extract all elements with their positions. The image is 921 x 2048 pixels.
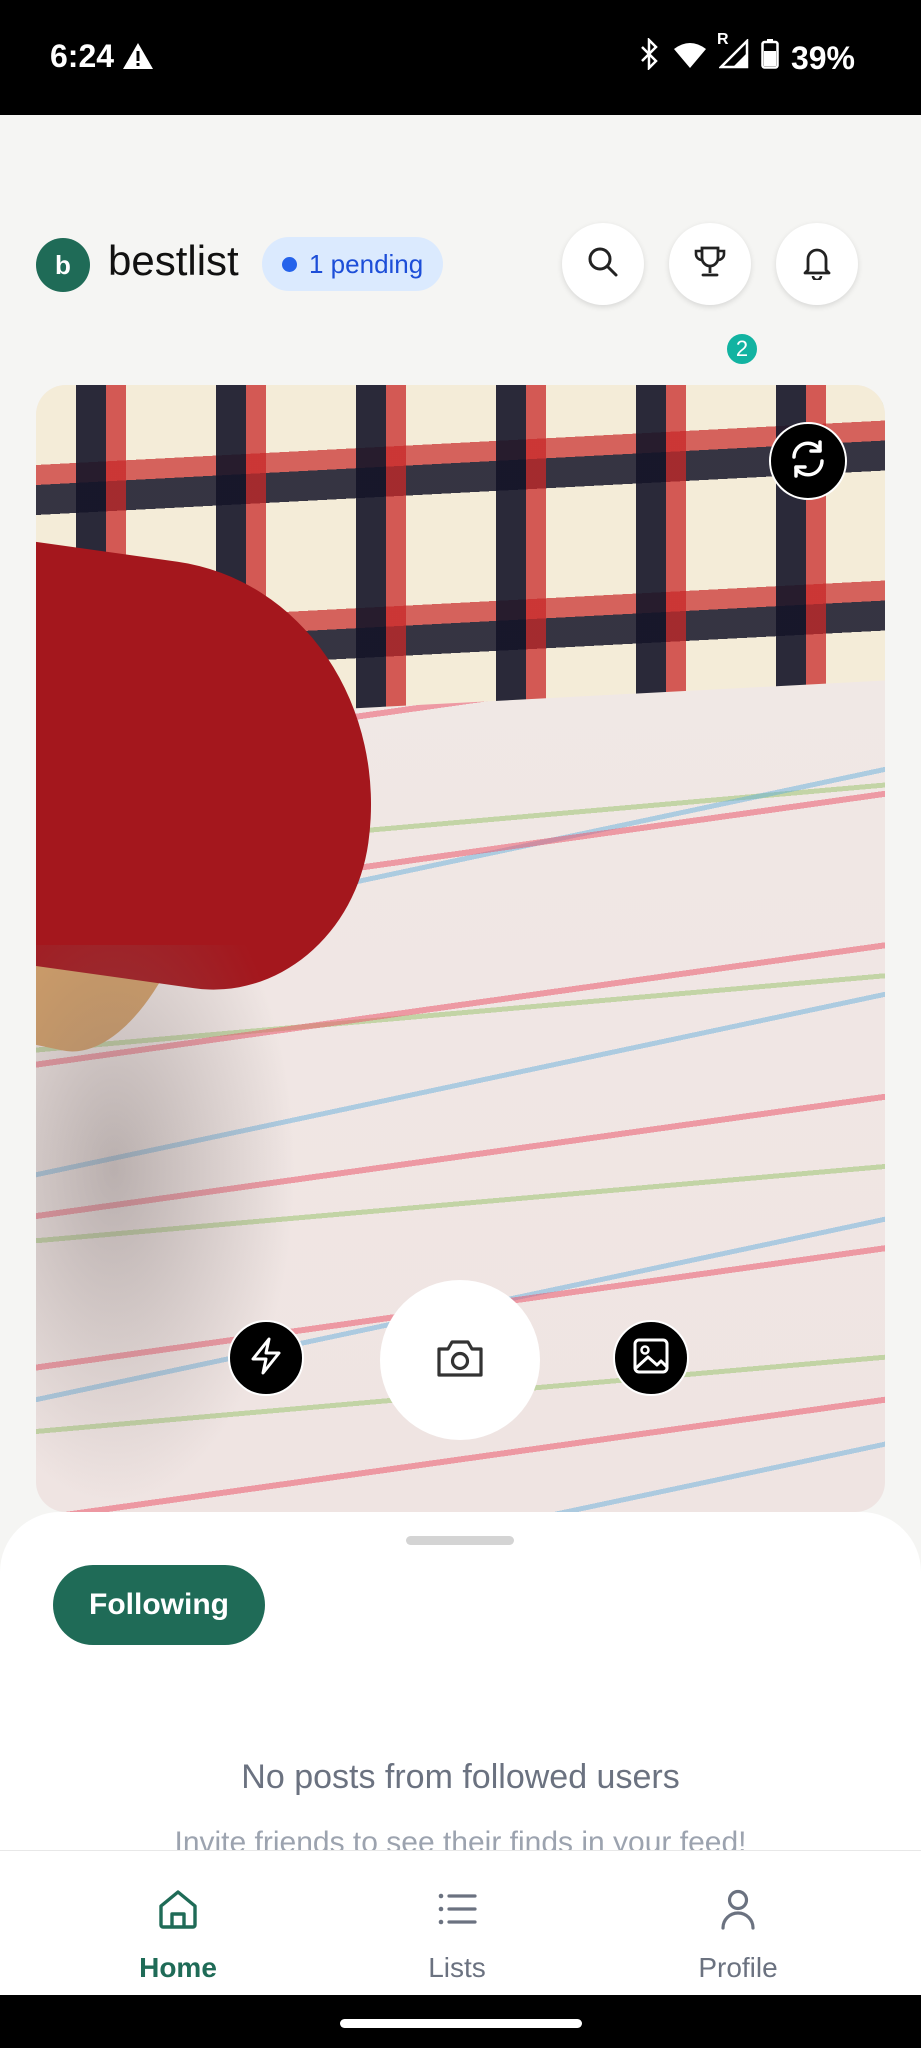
home-icon xyxy=(156,1887,200,1938)
pending-label: 1 pending xyxy=(309,248,424,279)
nav-lists[interactable]: Lists xyxy=(357,1851,557,1996)
empty-feed-subtitle: Invite friends to see their finds in you… xyxy=(174,1826,747,1850)
wifi-icon xyxy=(673,40,707,77)
app-header: b bestlist 1 pending 2 xyxy=(0,115,921,375)
pending-dot xyxy=(282,256,297,272)
nav-home-label: Home xyxy=(139,1952,217,1983)
nav-home[interactable]: Home xyxy=(78,1851,278,1996)
list-icon xyxy=(435,1887,479,1938)
bell-icon xyxy=(800,244,834,285)
trophy-badge: 2 xyxy=(724,331,760,367)
nav-profile-label: Profile xyxy=(698,1952,778,1983)
status-icons: R 39% xyxy=(637,31,855,78)
nav-profile[interactable]: Profile xyxy=(638,1851,838,1996)
sheet-drag-handle[interactable] xyxy=(406,1536,514,1545)
feed-sheet[interactable]: Following No posts from followed users I… xyxy=(0,1512,921,1850)
search-button[interactable] xyxy=(562,223,644,305)
gallery-button[interactable] xyxy=(613,1320,689,1396)
trophy-button[interactable] xyxy=(669,223,751,305)
status-time: 6:24 xyxy=(50,38,115,74)
bluetooth-icon xyxy=(637,36,661,78)
user-icon xyxy=(716,1887,760,1938)
app-avatar[interactable]: b xyxy=(36,238,90,292)
nav-lists-label: Lists xyxy=(428,1952,486,1983)
status-bar: 6:24 R 39% xyxy=(0,0,921,115)
home-gesture-pill[interactable] xyxy=(340,2019,582,2028)
flash-icon xyxy=(246,1336,286,1381)
bottom-navigation: Home Lists Profile xyxy=(0,1850,921,1995)
camera-preview[interactable] xyxy=(36,385,885,1512)
search-icon xyxy=(586,245,620,284)
notifications-button[interactable] xyxy=(776,223,858,305)
system-nav-bar xyxy=(0,1995,921,2048)
battery-percent: 39% xyxy=(790,39,855,76)
warning-icon xyxy=(122,42,154,75)
battery-icon xyxy=(761,39,779,77)
flash-button[interactable] xyxy=(228,1320,304,1396)
app-title: bestlist xyxy=(108,237,239,284)
camera-icon xyxy=(434,1336,486,1385)
capture-button[interactable] xyxy=(380,1280,540,1440)
following-filter-button[interactable]: Following xyxy=(53,1565,265,1645)
flip-camera-button[interactable] xyxy=(769,422,847,500)
flip-camera-icon xyxy=(786,437,830,486)
empty-feed-title: No posts from followed users xyxy=(241,1758,680,1796)
cell-signal-icon: R xyxy=(717,31,749,77)
roaming-label: R xyxy=(716,31,729,48)
trophy-icon xyxy=(692,244,728,285)
preview-shadow xyxy=(36,945,296,1505)
image-icon xyxy=(631,1336,671,1381)
pending-badge[interactable]: 1 pending xyxy=(262,237,444,291)
